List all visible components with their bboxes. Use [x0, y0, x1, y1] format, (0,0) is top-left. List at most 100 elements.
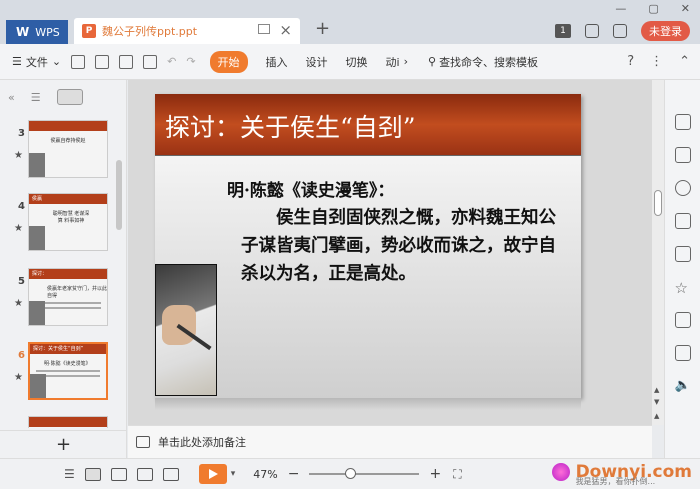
tab-design[interactable]: 设计 — [306, 54, 328, 70]
file-menu-label: 文件 — [25, 55, 48, 69]
thumbnail-view-icon[interactable] — [56, 89, 83, 105]
window-controls: — ▢ ✕ — [615, 2, 690, 15]
slide-sorter-icon[interactable] — [110, 467, 127, 481]
wps-home-tab[interactable]: W WPS — [6, 20, 68, 44]
scroll-up-icon[interactable]: ▲ — [654, 386, 659, 394]
tab-transition[interactable]: 切换 — [346, 54, 368, 70]
ribbon-right: ? ⋮ ⌃ — [627, 54, 690, 69]
status-bar: ☰ ▾ 47% − + ⛶ Downyi.com 我是猛男，看你扑倒... — [0, 458, 700, 489]
save-icon[interactable] — [71, 54, 86, 69]
more-tabs-icon[interactable]: › — [404, 55, 408, 68]
ppt-file-icon: P — [82, 24, 96, 38]
share-icon[interactable] — [674, 312, 691, 328]
print-preview-icon[interactable] — [143, 54, 158, 69]
tab-animation[interactable]: 动i — [386, 54, 400, 70]
watermark: Downyi.com 我是猛男，看你扑倒... — [551, 462, 692, 486]
slide-title[interactable]: 探讨：关于侯生“自刭” — [155, 94, 581, 156]
print-icon[interactable] — [119, 54, 134, 69]
tab-insert[interactable]: 插入 — [266, 54, 288, 70]
animation-star-icon: ★ — [14, 298, 23, 309]
template-icon[interactable] — [674, 246, 691, 262]
file-menu[interactable]: ☰ 文件 ⌄ — [0, 54, 61, 70]
format-painter-icon[interactable] — [95, 54, 110, 69]
command-search[interactable]: ⚲ 查找命令、搜索模板 — [428, 54, 538, 70]
favorite-star-icon[interactable]: ☆ — [675, 279, 691, 297]
slide-thumbnail-5[interactable]: 5 ★ 探讨： 侯嬴年老家贫守门，并以此自得 — [0, 268, 114, 330]
thumbnail-image: 侯嬴自荐持侯赵 — [28, 120, 108, 178]
add-slide-button[interactable]: + — [0, 430, 127, 458]
collapse-ribbon-icon[interactable]: ⌃ — [679, 54, 690, 69]
custom-animation-icon[interactable] — [674, 114, 691, 130]
slide-reflection — [155, 398, 581, 410]
right-sidebar: ☆ 🔈 — [664, 80, 700, 458]
image-icon[interactable] — [674, 345, 691, 361]
thumbnail-image: 侯嬴 聪明智慧 老谋深算 料事如神 — [28, 193, 108, 251]
notes-toggle-icon[interactable]: ☰ — [64, 467, 75, 481]
close-window-icon[interactable]: ✕ — [681, 2, 690, 15]
titlebar-right: 1 未登录 — [555, 18, 700, 44]
slide-thumbnail-7[interactable] — [0, 416, 114, 428]
close-tab-icon[interactable]: × — [279, 21, 292, 39]
animation-star-icon: ★ — [14, 150, 23, 161]
transition-icon[interactable] — [674, 147, 691, 163]
writing-hand-image[interactable] — [155, 264, 217, 396]
notes-pane[interactable]: 单击此处添加备注 — [128, 425, 652, 458]
screen-icon[interactable] — [258, 24, 270, 34]
zoom-out-button[interactable]: − — [288, 466, 300, 482]
login-button[interactable]: 未登录 — [641, 21, 690, 41]
notes-icon — [136, 436, 150, 448]
zoom-slider[interactable] — [309, 468, 420, 479]
slide-body-text[interactable]: 侯生自刭固侠烈之慨，亦料魏王知公子谋皆夷门擘画，势必收而诛之，故宁自杀以为名，正… — [241, 204, 573, 288]
animation-star-icon: ★ — [14, 372, 23, 383]
cloud-icon[interactable] — [613, 24, 627, 38]
slide-thumbnail-3[interactable]: 3 ★ 侯嬴自荐持侯赵 — [0, 120, 114, 182]
slide-canvas: 探讨：关于侯生“自刭” 明·陈懿《读史漫笔》： 侯生自刭固侠烈之慨，亦料魏王知公… — [128, 80, 664, 425]
thumbnail-scrollbar[interactable] — [116, 160, 122, 230]
new-tab-button[interactable]: + — [315, 18, 330, 39]
zoom-slider-knob[interactable] — [345, 468, 357, 479]
outline-view-icon[interactable]: ☰ — [31, 91, 41, 104]
audio-icon[interactable]: 🔈 — [675, 378, 691, 394]
zoom-level[interactable]: 47% — [253, 468, 277, 481]
search-icon: ⚲ — [428, 55, 437, 68]
collapse-panel-icon[interactable]: « — [8, 91, 15, 104]
maximize-icon[interactable]: ▢ — [648, 2, 658, 15]
slide-number: 4 — [18, 201, 25, 212]
title-bar: W WPS P 魏公子列传ppt.ppt × + — ▢ ✕ 1 未登录 — [0, 0, 700, 44]
help-icon[interactable]: ? — [627, 54, 634, 69]
scrollbar-thumb[interactable] — [654, 190, 662, 216]
notes-placeholder: 单击此处添加备注 — [158, 436, 246, 449]
slide-thumbnail-6[interactable]: 6 ★ 探讨：关于侯生“自刭” 明·陈懿《读史漫笔》 — [0, 342, 114, 404]
slide-number: 6 — [18, 350, 25, 361]
reading-view-icon[interactable] — [136, 467, 153, 481]
canvas-scrollbar[interactable]: ▲ ▼ ▲ — [652, 80, 664, 425]
shape-icon[interactable] — [674, 180, 691, 196]
window-count-badge[interactable]: 1 — [555, 24, 571, 38]
minimize-icon[interactable]: — — [615, 2, 626, 15]
document-tab-name: 魏公子列传ppt.ppt — [102, 25, 198, 38]
fit-window-icon[interactable]: ⛶ — [453, 467, 461, 482]
slide[interactable]: 探讨：关于侯生“自刭” 明·陈懿《读史漫笔》： 侯生自刭固侠烈之慨，亦料魏王知公… — [155, 94, 581, 398]
document-tab[interactable]: P 魏公子列传ppt.ppt × — [74, 18, 300, 44]
slide-subtitle[interactable]: 明·陈懿《读史漫笔》： — [227, 176, 394, 201]
chevron-down-icon[interactable]: ▾ — [231, 469, 236, 479]
redo-icon[interactable]: ↷ — [186, 55, 195, 69]
more-icon[interactable]: ⋮ — [650, 54, 663, 69]
slide-number: 5 — [18, 276, 25, 287]
thumbnail-image-selected: 探讨：关于侯生“自刭” 明·陈懿《读史漫笔》 — [28, 342, 108, 400]
zoom-in-button[interactable]: + — [429, 466, 441, 482]
play-slideshow-button[interactable] — [198, 464, 227, 484]
watermark-subtext: 我是猛男，看你扑倒... — [575, 477, 656, 486]
presenter-view-icon[interactable] — [162, 467, 179, 481]
normal-view-icon[interactable] — [84, 467, 101, 481]
slide-thumbnail-4[interactable]: 4 ★ 侯嬴 聪明智慧 老谋深算 料事如神 — [0, 193, 114, 255]
slide-number: 3 — [18, 128, 25, 139]
prev-page-icon[interactable]: ▲ — [654, 412, 659, 420]
scroll-down-icon[interactable]: ▼ — [654, 398, 659, 406]
undo-icon[interactable]: ↶ — [167, 55, 176, 69]
thumbnail-image: 探讨： 侯嬴年老家贫守门，并以此自得 — [28, 268, 108, 326]
animation-star-icon: ★ — [14, 223, 23, 234]
properties-icon[interactable] — [674, 213, 691, 229]
tab-home[interactable]: 开始 — [209, 50, 248, 73]
skin-icon[interactable] — [585, 24, 599, 38]
